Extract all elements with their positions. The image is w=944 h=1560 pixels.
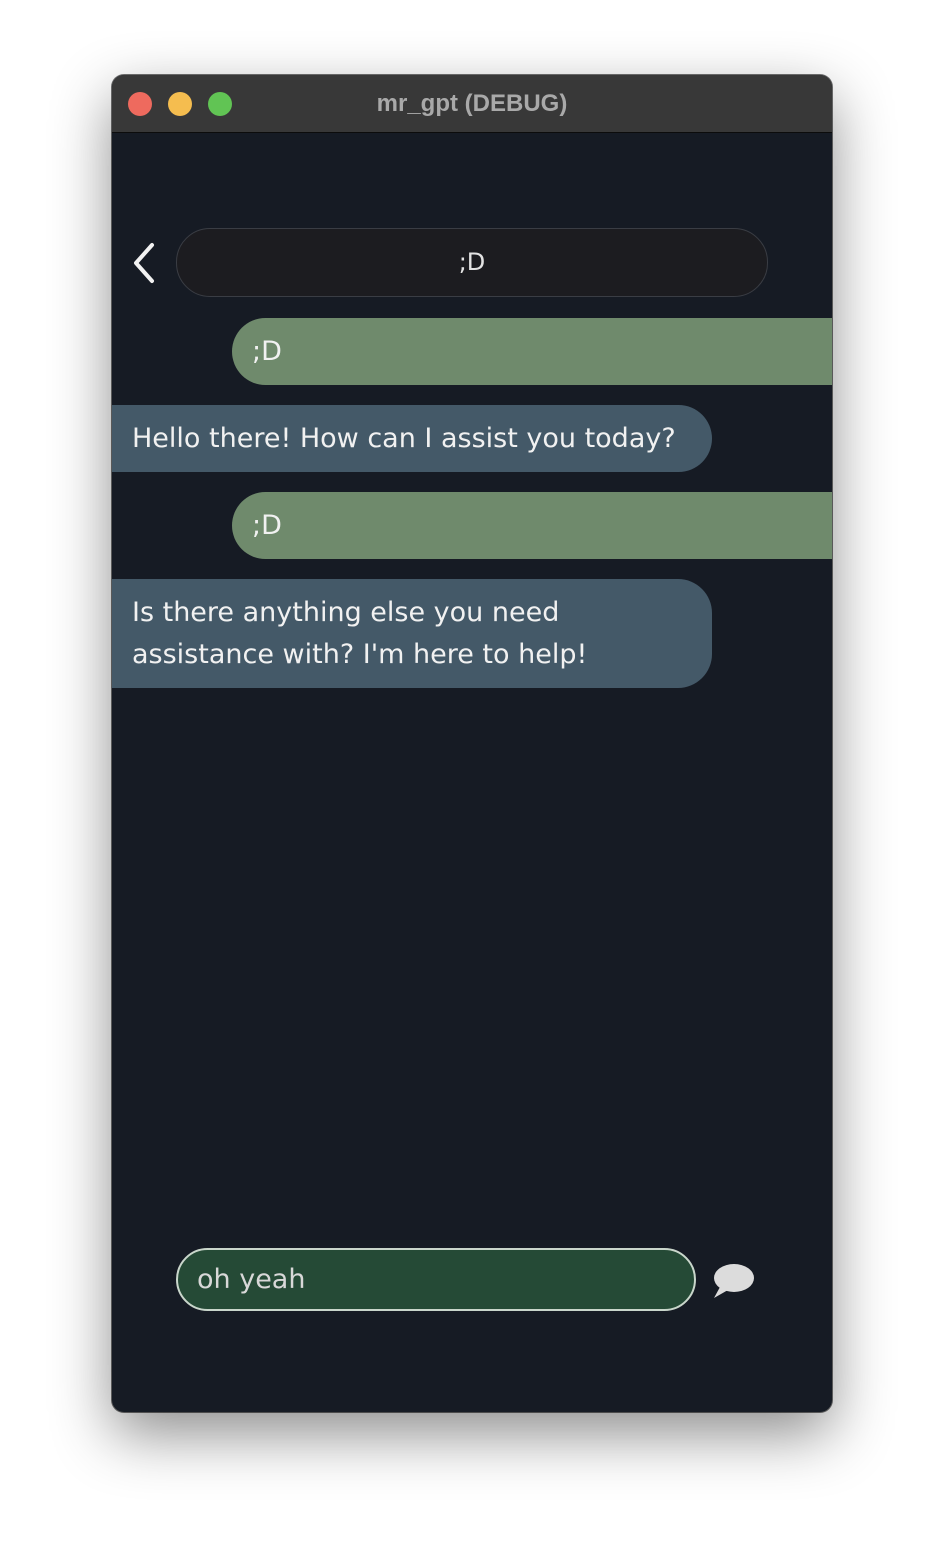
title-bar[interactable]: mr_gpt (DEBUG): [112, 75, 832, 133]
chevron-left-icon: [134, 243, 154, 283]
speech-bubble-icon: [714, 1264, 754, 1298]
assistant-message: Hello there! How can I assist you today?: [112, 405, 712, 472]
message-input[interactable]: oh yeah: [176, 1248, 696, 1311]
back-button[interactable]: [126, 237, 166, 287]
user-message: ;D: [232, 318, 832, 385]
send-button[interactable]: [710, 1261, 756, 1301]
window-title: mr_gpt (DEBUG): [376, 90, 568, 117]
conversation-title-field[interactable]: ;D: [176, 228, 768, 297]
user-message: ;D: [232, 492, 832, 559]
assistant-message: Is there anything else you need assistan…: [112, 579, 712, 688]
app-window: mr_gpt (DEBUG) ;D ;D Hello there! How ca…: [112, 75, 832, 1412]
